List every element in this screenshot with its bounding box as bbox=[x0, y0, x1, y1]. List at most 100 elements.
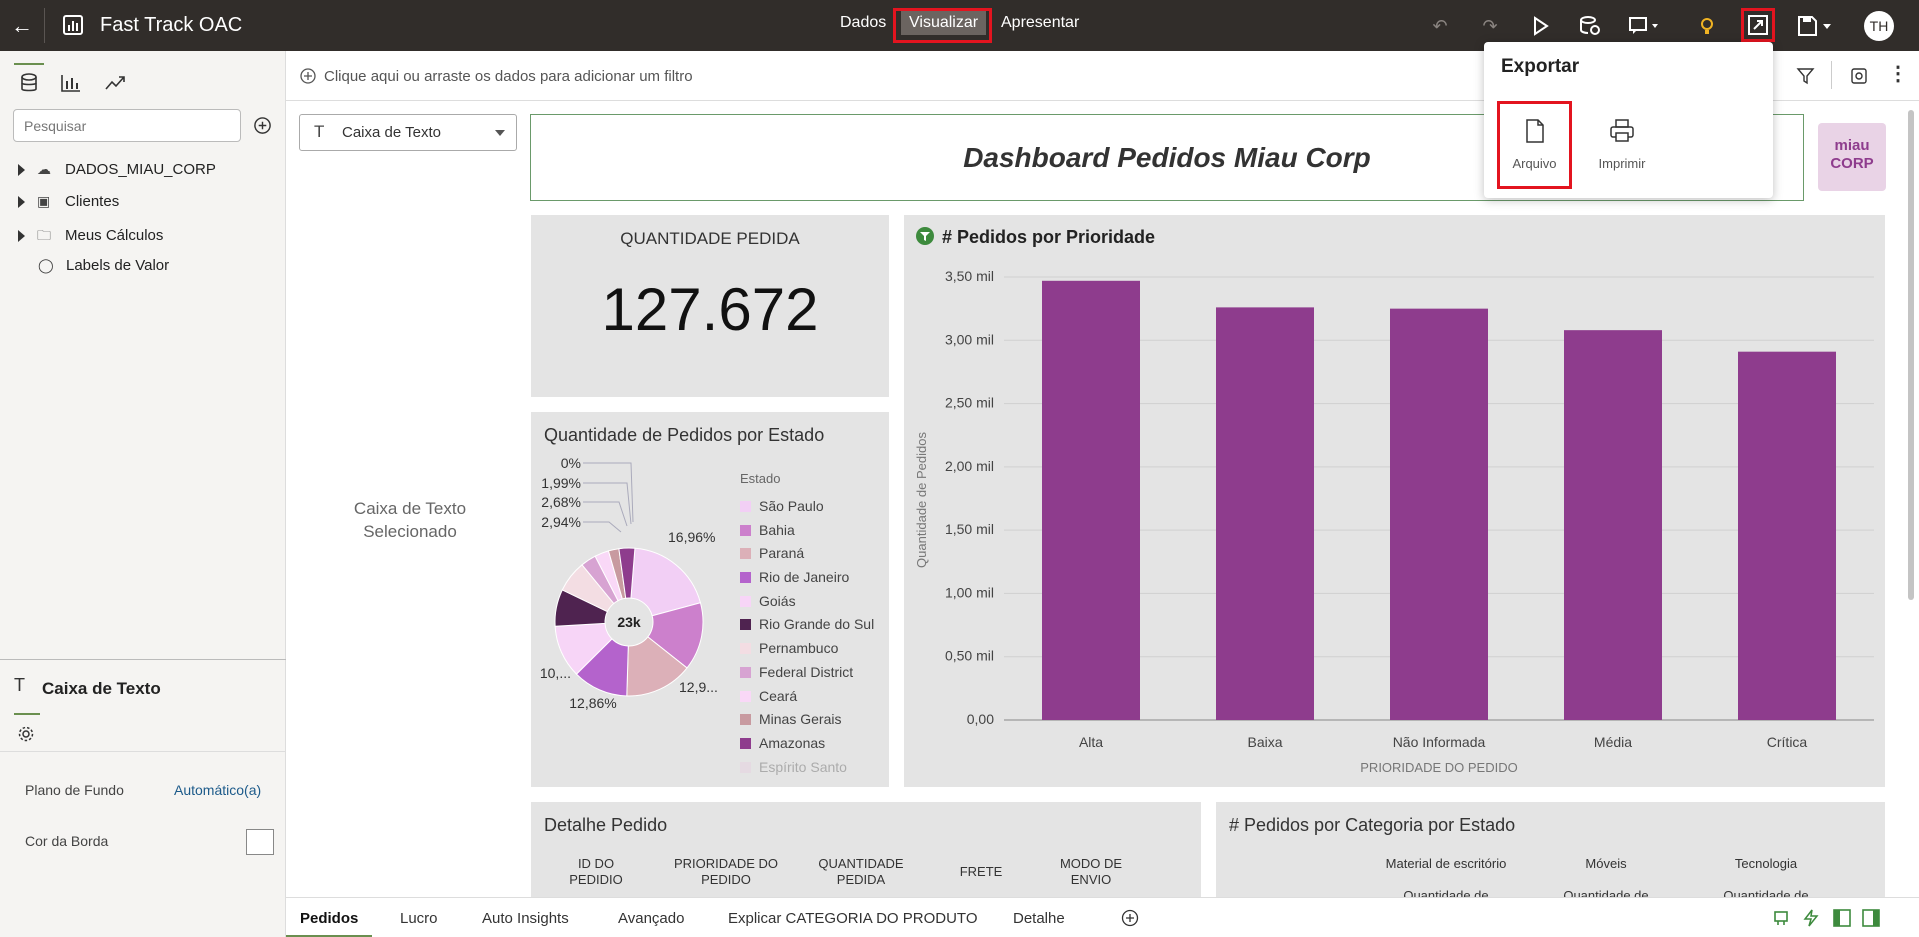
settings-gear-icon[interactable] bbox=[17, 725, 35, 743]
table-header[interactable]: MODO DE ENVIO bbox=[1041, 856, 1141, 888]
export-file-button[interactable]: Arquivo bbox=[1500, 104, 1569, 186]
tab-visualizar[interactable]: Visualizar bbox=[901, 11, 987, 35]
bar-3[interactable] bbox=[1564, 330, 1662, 720]
category-card[interactable]: # Pedidos por Categoria por Estado Mater… bbox=[1216, 802, 1885, 897]
back-arrow-icon[interactable]: ← bbox=[8, 12, 36, 40]
table-subheader: Quantidade de bbox=[1563, 888, 1649, 897]
canvas-tab-auto-insights[interactable]: Auto Insights bbox=[482, 910, 569, 927]
redo-icon[interactable]: ↷ bbox=[1478, 14, 1502, 38]
legend-label: Federal District bbox=[759, 663, 854, 680]
legend-item[interactable]: São Paulo bbox=[740, 498, 888, 522]
comment-icon[interactable] bbox=[1628, 14, 1662, 38]
visualizations-tab-icon[interactable] bbox=[56, 69, 86, 97]
add-canvas-icon[interactable] bbox=[1121, 909, 1139, 927]
canvas-tab-avancado[interactable]: Avançado bbox=[618, 910, 684, 927]
selected-text-box[interactable]: Caixa de Texto Selecionado bbox=[325, 497, 495, 543]
active-tab-indicator bbox=[14, 713, 40, 715]
legend-item[interactable]: Minas Gerais bbox=[740, 711, 888, 735]
x-axis-label: PRIORIDADE DO PEDIDO bbox=[1360, 760, 1517, 775]
pie-card[interactable]: Quantidade de Pedidos por Estado 23k 0% 1,… bbox=[531, 412, 889, 787]
legend-swatch bbox=[740, 666, 751, 678]
legend-label: Ceará bbox=[759, 687, 798, 704]
undo-icon[interactable]: ↶ bbox=[1428, 14, 1452, 38]
lightning-icon[interactable] bbox=[1802, 909, 1820, 927]
table-header[interactable]: Material de escritório bbox=[1366, 856, 1526, 872]
table-header[interactable]: ID DO PEDIDIO bbox=[551, 856, 641, 888]
add-filter-icon[interactable] bbox=[300, 68, 316, 84]
folder-icon: 🗀 bbox=[37, 227, 51, 243]
detail-card[interactable]: Detalhe Pedido ID DO PEDIDIO PRIORIDADE … bbox=[531, 802, 1201, 897]
analytics-tab-icon[interactable] bbox=[100, 69, 130, 97]
table-header[interactable]: QUANTIDADE PEDIDA bbox=[801, 856, 921, 888]
bar-0[interactable] bbox=[1042, 280, 1140, 720]
table-header[interactable]: Tecnologia bbox=[1696, 856, 1836, 872]
legend-swatch bbox=[740, 737, 751, 749]
legend-item[interactable]: Federal District bbox=[740, 664, 888, 688]
expand-icon[interactable] bbox=[18, 164, 25, 177]
data-refresh-icon[interactable] bbox=[1578, 14, 1602, 38]
table-header[interactable]: FRETE bbox=[941, 864, 1021, 880]
vertical-scrollbar[interactable] bbox=[1908, 110, 1914, 600]
filter-icon[interactable] bbox=[1796, 66, 1816, 86]
tree-item-dados[interactable]: ☁ DADOS_MIAU_CORP bbox=[18, 161, 216, 178]
legend-swatch bbox=[740, 690, 751, 702]
bar-4[interactable] bbox=[1738, 351, 1836, 720]
legend-swatch bbox=[740, 619, 751, 631]
tree-item-calculos[interactable]: 🗀 Meus Cálculos bbox=[18, 225, 163, 249]
leader-line bbox=[583, 521, 622, 533]
user-avatar[interactable]: TH bbox=[1864, 11, 1894, 41]
kpi-card[interactable]: QUANTIDADE PEDIDA 127.672 bbox=[531, 215, 889, 397]
panel-right-icon[interactable] bbox=[1862, 909, 1880, 927]
category-title: # Pedidos por Categoria por Estado bbox=[1229, 815, 1516, 835]
legend-label: Espírito Santo bbox=[759, 758, 847, 775]
panel-left-icon[interactable] bbox=[1833, 909, 1851, 927]
more-options-icon[interactable]: ⋮ bbox=[1888, 61, 1908, 86]
grammar-icon[interactable] bbox=[1772, 909, 1790, 927]
divider bbox=[44, 8, 45, 43]
bar-1[interactable] bbox=[1216, 307, 1314, 720]
play-icon[interactable] bbox=[1528, 14, 1552, 38]
border-color-swatch[interactable] bbox=[246, 829, 274, 855]
legend-item[interactable]: Paraná bbox=[740, 545, 888, 569]
lightbulb-icon[interactable] bbox=[1695, 14, 1719, 38]
data-tab-icon[interactable] bbox=[14, 69, 44, 97]
canvas-tab-detalhe[interactable]: Detalhe bbox=[1013, 910, 1065, 927]
bar-card[interactable]: # Pedidos por Prioridade 0,00 0,50 mil 1,0… bbox=[904, 215, 1885, 787]
legend-item[interactable]: Rio Grande do Sul bbox=[740, 616, 888, 640]
tab-dados[interactable]: Dados bbox=[840, 14, 886, 32]
tree-item-labels[interactable]: ◯ Labels de Valor bbox=[38, 257, 169, 274]
table-header[interactable]: PRIORIDADE DO PEDIDO bbox=[661, 856, 791, 888]
viz-type-select[interactable]: T Caixa de Texto bbox=[299, 114, 517, 151]
legend-item[interactable]: Espírito Santo bbox=[740, 759, 888, 782]
tab-apresentar[interactable]: Apresentar bbox=[1001, 14, 1079, 32]
table-subheader: Quantidade de bbox=[1723, 888, 1809, 897]
bar-2[interactable] bbox=[1390, 308, 1488, 720]
export-popup: Exportar Arquivo Imprimir bbox=[1484, 42, 1773, 198]
legend-item[interactable]: Pernambuco bbox=[740, 640, 888, 664]
canvas-tab-explicar[interactable]: Explicar CATEGORIA DO PRODUTO bbox=[728, 910, 978, 927]
expand-icon[interactable] bbox=[18, 196, 25, 209]
legend-item[interactable]: Rio de Janeiro bbox=[740, 569, 888, 593]
file-label: Arquivo bbox=[1512, 156, 1557, 171]
canvas-tab-pedidos[interactable]: Pedidos bbox=[300, 910, 358, 927]
add-icon[interactable] bbox=[253, 116, 272, 135]
background-label: Plano de Fundo bbox=[25, 782, 124, 798]
table-header[interactable]: Móveis bbox=[1546, 856, 1666, 872]
tree-item-clientes[interactable]: ▣ Clientes bbox=[18, 193, 119, 210]
legend-swatch bbox=[740, 643, 751, 655]
export-icon[interactable] bbox=[1746, 13, 1770, 37]
canvas-settings-icon[interactable] bbox=[1849, 66, 1869, 86]
legend-item[interactable]: Goiás bbox=[740, 593, 888, 617]
save-icon[interactable] bbox=[1796, 14, 1836, 38]
chevron-down-icon bbox=[495, 130, 505, 136]
pie-data-label: 2,68% bbox=[541, 494, 581, 510]
legend-item[interactable]: Amazonas bbox=[740, 735, 888, 759]
pie-data-label: 12,9... bbox=[679, 679, 718, 695]
background-value[interactable]: Automático(a) bbox=[174, 782, 261, 798]
search-input[interactable]: Pesquisar bbox=[13, 109, 241, 142]
canvas-tab-lucro[interactable]: Lucro bbox=[400, 910, 438, 927]
print-button[interactable]: Imprimir bbox=[1582, 104, 1662, 186]
legend-item[interactable]: Bahia bbox=[740, 522, 888, 546]
expand-icon[interactable] bbox=[18, 230, 25, 243]
legend-item[interactable]: Ceará bbox=[740, 688, 888, 712]
